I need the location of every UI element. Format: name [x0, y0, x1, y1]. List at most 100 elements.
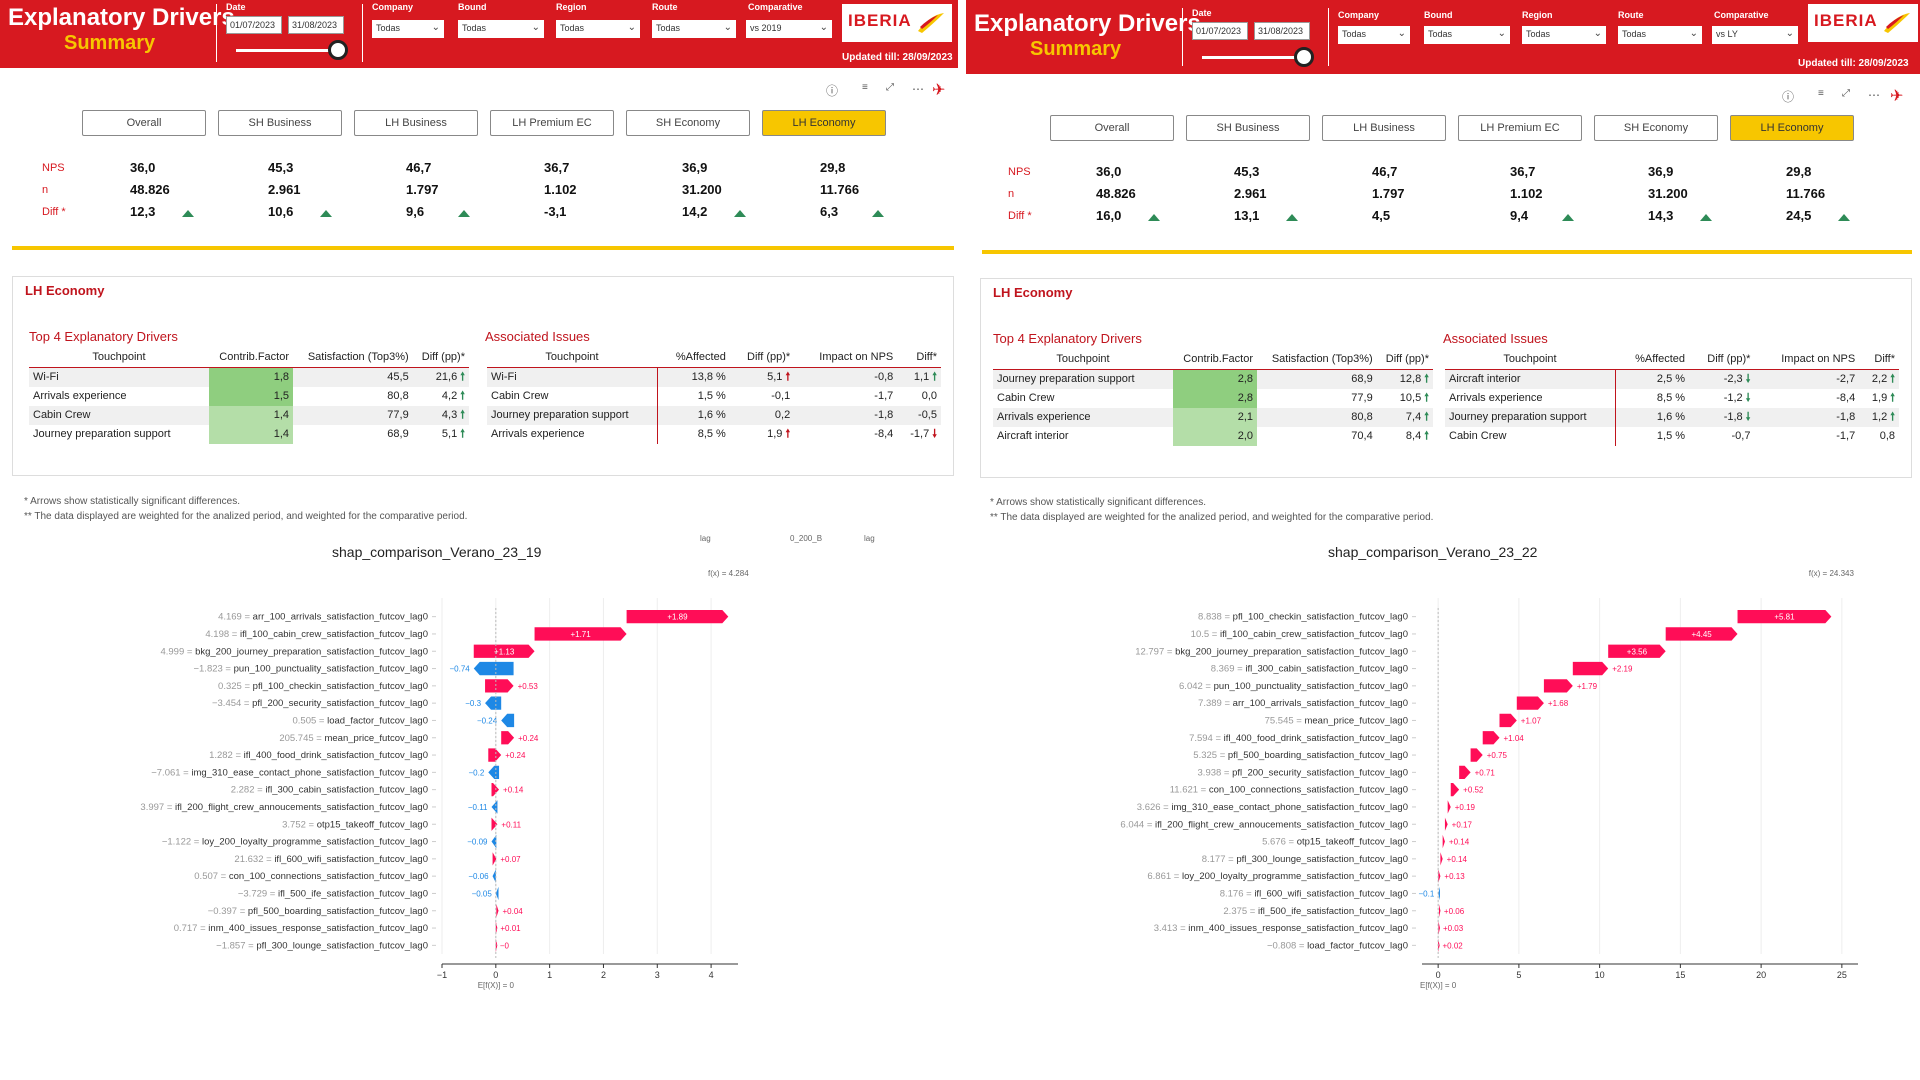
tab-sh-business[interactable]: SH Business — [1186, 115, 1310, 141]
date-slider-track[interactable] — [1202, 56, 1302, 59]
kpi-value: 4,5 — [1372, 208, 1391, 223]
feature-value: 3.626 = — [1137, 802, 1172, 813]
shap-value-label: −0.05 — [472, 889, 493, 898]
feature-label: 7.594 = ifl_400_food_drink_satisfaction_… — [1189, 733, 1408, 744]
feature-label: 1.282 = ifl_400_food_drink_satisfaction_… — [209, 750, 428, 761]
region-value: Todas — [560, 23, 585, 33]
chevron-down-icon: ⌄ — [723, 22, 732, 33]
date-to-input[interactable]: 31/08/2023 — [288, 16, 344, 34]
column-header[interactable]: %Affected — [1615, 349, 1690, 370]
info-icon[interactable]: ⓘ — [826, 82, 838, 99]
shap-bar — [496, 904, 499, 918]
tab-lh-premium-ec[interactable]: LH Premium EC — [1458, 115, 1582, 141]
column-header[interactable]: Contrib.Factor — [209, 347, 293, 368]
column-header[interactable]: Diff (pp)* — [729, 347, 795, 368]
date-slider-track[interactable] — [236, 49, 336, 52]
shap-value-label: +0.24 — [505, 751, 526, 760]
airplane-icon: ✈ — [932, 82, 946, 99]
tab-lh-economy[interactable]: LH Economy — [1730, 115, 1854, 141]
company-select[interactable]: Todas ⌄ — [372, 20, 444, 38]
filter-icon[interactable]: ≡ — [1818, 88, 1824, 99]
tab-lh-premium-ec[interactable]: LH Premium EC — [490, 110, 614, 136]
impact-cell: -1,7 — [874, 390, 894, 402]
date-slider-handle[interactable] — [328, 40, 348, 60]
route-select[interactable]: Todas ⌄ — [1618, 26, 1702, 44]
tab-sh-economy[interactable]: SH Economy — [1594, 115, 1718, 141]
column-header[interactable]: Satisfaction (Top3%) — [1257, 349, 1377, 370]
satisfaction-cell: 45,5 — [293, 367, 413, 387]
arrow-down-icon: 🠗 — [1745, 410, 1751, 423]
tab-overall[interactable]: Overall — [82, 110, 206, 136]
comparative-select[interactable]: vs LY ⌄ — [1712, 26, 1798, 44]
date-from-input[interactable]: 01/07/2023 — [1192, 22, 1248, 40]
column-header[interactable]: Impact on NPS — [794, 347, 898, 368]
column-header[interactable]: Satisfaction (Top3%) — [293, 347, 413, 368]
chevron-down-icon: ⌄ — [531, 22, 540, 33]
feature-name: pfl_100_checkin_satisfaction_futcov_lag0 — [1233, 612, 1408, 623]
shap-bar — [501, 731, 515, 745]
kpi-value: 36,9 — [1648, 164, 1674, 179]
tab-sh-economy[interactable]: SH Economy — [626, 110, 750, 136]
feature-name: load_factor_futcov_lag0 — [327, 715, 428, 726]
tab-sh-business[interactable]: SH Business — [218, 110, 342, 136]
arrow-down-icon: 🠗 — [1745, 372, 1751, 385]
shap-bar — [501, 713, 515, 728]
column-header[interactable]: Diff (pp)* — [412, 347, 469, 368]
column-header[interactable]: Touchpoint — [993, 349, 1173, 370]
kpi-value: 11.766 — [820, 182, 860, 197]
column-header[interactable]: Touchpoint — [29, 347, 209, 368]
region-select[interactable]: Todas ⌄ — [556, 20, 640, 38]
info-icon[interactable]: ⓘ — [1782, 88, 1794, 105]
card-title: LH Economy — [25, 283, 105, 298]
diff-value: 4,3 — [441, 408, 458, 421]
column-header[interactable]: %Affected — [657, 347, 730, 368]
kpi-value: 2.961 — [268, 182, 301, 197]
issues-title: Associated Issues — [485, 329, 590, 344]
more-icon[interactable]: ⋯ — [912, 82, 924, 96]
impact-cell: -8,4 — [874, 428, 894, 440]
tab-lh-economy[interactable]: LH Economy — [762, 110, 886, 136]
column-header[interactable]: Diff (pp)* — [1689, 349, 1755, 370]
shap-value-label: +0.14 — [1447, 855, 1468, 864]
column-header[interactable]: Diff (pp)* — [1376, 349, 1433, 370]
affected-cell: 1,5 % — [697, 390, 726, 402]
tab-lh-business[interactable]: LH Business — [354, 110, 478, 136]
impact-cell: -1,7 — [1836, 430, 1856, 442]
shap-bar — [1444, 817, 1448, 831]
diff2-cell: -1,7 🠗 — [897, 425, 941, 444]
arrow-up-icon: 🠕 — [932, 370, 937, 383]
diff-cell: 5,1 🠕 — [413, 425, 469, 444]
column-header[interactable]: Touchpoint — [487, 347, 657, 368]
app-title: Explanatory Drivers — [974, 10, 1201, 37]
app-subtitle: Summary — [64, 32, 156, 54]
column-header[interactable]: Diff* — [897, 347, 941, 368]
column-header[interactable]: Impact on NPS — [1754, 349, 1860, 370]
expand-icon[interactable]: ⤢ — [886, 82, 894, 93]
tab-overall[interactable]: Overall — [1050, 115, 1174, 141]
comparative-select[interactable]: vs 2019 ⌄ — [746, 20, 832, 38]
column-header[interactable]: Diff* — [1859, 349, 1899, 370]
company-select[interactable]: Todas ⌄ — [1338, 26, 1410, 44]
date-from-input[interactable]: 01/07/2023 — [226, 16, 282, 34]
filter-icon[interactable]: ≡ — [862, 82, 868, 93]
region-select[interactable]: Todas ⌄ — [1522, 26, 1606, 44]
diff2-cell: 2,2 🠕 — [1859, 369, 1899, 389]
column-header[interactable]: Touchpoint — [1445, 349, 1615, 370]
divider — [216, 4, 217, 62]
bound-select[interactable]: Todas ⌄ — [458, 20, 544, 38]
kpi-value: 1.102 — [544, 182, 577, 197]
arrow-up-icon: 🠕 — [460, 408, 465, 421]
date-slider-handle[interactable] — [1294, 47, 1314, 67]
diff-value: 4,2 — [441, 389, 458, 402]
more-icon[interactable]: ⋯ — [1868, 88, 1880, 102]
date-to-input[interactable]: 31/08/2023 — [1254, 22, 1310, 40]
diff-cell: -1,8 🠗 — [1689, 407, 1755, 427]
expand-icon[interactable]: ⤢ — [1842, 88, 1850, 99]
contrib-factor-cell: 1,8 — [209, 367, 293, 387]
arrow-down-icon: 🠗 — [932, 427, 937, 440]
route-select[interactable]: Todas ⌄ — [652, 20, 736, 38]
column-header[interactable]: Contrib.Factor — [1173, 349, 1257, 370]
tab-lh-business[interactable]: LH Business — [1322, 115, 1446, 141]
kpi-value: 9,4 — [1510, 208, 1529, 223]
bound-select[interactable]: Todas ⌄ — [1424, 26, 1510, 44]
